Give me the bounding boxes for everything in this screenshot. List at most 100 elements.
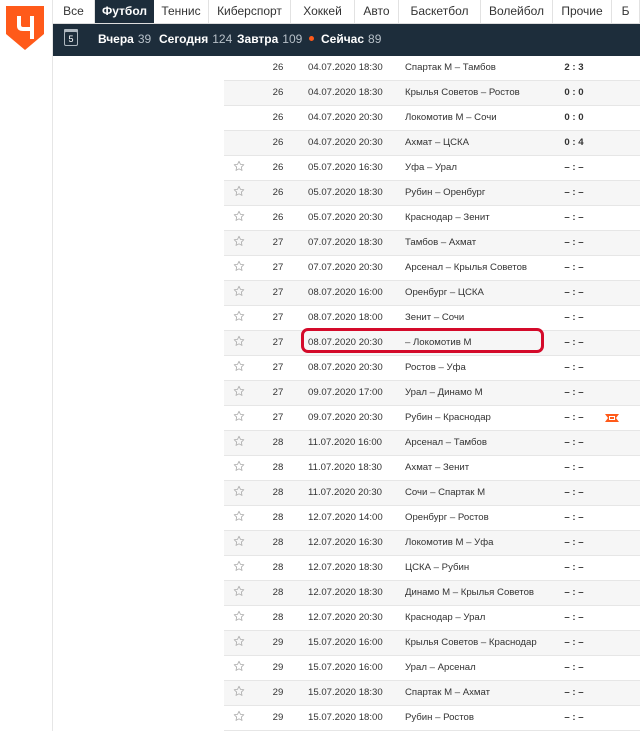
- match-teams[interactable]: Рубин – Ростов: [405, 706, 474, 730]
- match-row[interactable]: 28 12.07.2020 14:00 Оренбург – Ростов – : –: [224, 506, 640, 531]
- match-score: – : –: [564, 212, 584, 223]
- favorite-star-icon[interactable]: [233, 210, 245, 222]
- match-row[interactable]: 27 08.07.2020 18:00 Зенит – Сочи – : –: [224, 306, 640, 331]
- sport-tab[interactable]: Хоккей: [291, 0, 355, 23]
- match-teams[interactable]: Динамо М – Крылья Советов: [405, 581, 534, 605]
- favorite-star-icon[interactable]: [233, 285, 245, 297]
- match-teams[interactable]: Локомотив М – Сочи: [405, 106, 497, 130]
- match-row[interactable]: 26 04.07.2020 18:30 Крылья Советов – Росто…: [224, 81, 640, 106]
- favorite-star-icon[interactable]: [233, 185, 245, 197]
- day-filter-now[interactable]: Сейчас 89: [309, 32, 381, 46]
- match-row[interactable]: 29 15.07.2020 18:00 Рубин – Ростов – : –: [224, 706, 640, 731]
- match-teams[interactable]: Локомотив М – Уфа: [405, 531, 494, 555]
- favorite-star-icon[interactable]: [233, 160, 245, 172]
- favorite-star-icon[interactable]: [233, 335, 245, 347]
- match-teams[interactable]: Сочи – Спартак М: [405, 481, 485, 505]
- sport-tab[interactable]: Киберспорт: [209, 0, 291, 23]
- match-teams[interactable]: Арсенал – Крылья Советов: [405, 256, 527, 280]
- match-teams[interactable]: Уфа – Урал: [405, 156, 457, 180]
- day-filter-yesterday[interactable]: Вчера 39: [98, 32, 151, 46]
- match-tour: 26: [272, 137, 284, 148]
- match-row[interactable]: 26 05.07.2020 20:30 Краснодар – Зенит – : –: [224, 206, 640, 231]
- match-teams[interactable]: Крылья Советов – Ростов: [405, 81, 520, 105]
- match-row[interactable]: 29 15.07.2020 16:00 Крылья Советов – Красн…: [224, 631, 640, 656]
- match-score: – : –: [564, 237, 584, 248]
- match-row[interactable]: 26 04.07.2020 20:30 Ахмат – ЦСКА 0 : 4: [224, 131, 640, 156]
- match-teams[interactable]: Тамбов – Ахмат: [405, 231, 476, 255]
- favorite-star-icon[interactable]: [233, 610, 245, 622]
- match-teams[interactable]: Оренбург – Ростов: [405, 506, 489, 530]
- match-row[interactable]: 26 04.07.2020 20:30 Локомотив М – Сочи 0 : …: [224, 106, 640, 131]
- match-teams[interactable]: Рубин – Краснодар: [405, 406, 491, 430]
- favorite-star-icon[interactable]: [233, 410, 245, 422]
- favorite-star-icon[interactable]: [233, 585, 245, 597]
- favorite-star-icon[interactable]: [233, 260, 245, 272]
- calendar-icon[interactable]: 5: [64, 29, 78, 46]
- favorite-star-icon[interactable]: [233, 310, 245, 322]
- match-row[interactable]: 28 12.07.2020 16:30 Локомотив М – Уфа – : –: [224, 531, 640, 556]
- favorite-star-icon[interactable]: [233, 385, 245, 397]
- match-row[interactable]: 27 09.07.2020 17:00 Урал – Динамо М – : –: [224, 381, 640, 406]
- match-teams[interactable]: Ростов – Уфа: [405, 356, 466, 380]
- match-row[interactable]: 27 08.07.2020 20:30 Ростов – Уфа – : –: [224, 356, 640, 381]
- match-teams[interactable]: Зенит – Сочи: [405, 306, 464, 330]
- favorite-star-icon[interactable]: [233, 535, 245, 547]
- match-teams[interactable]: Ахмат – Зенит: [405, 456, 469, 480]
- site-logo[interactable]: [6, 6, 44, 50]
- favorite-star-icon[interactable]: [233, 710, 245, 722]
- match-row[interactable]: 27 07.07.2020 18:30 Тамбов – Ахмат – : –: [224, 231, 640, 256]
- favorite-star-icon[interactable]: [233, 510, 245, 522]
- match-row[interactable]: 28 11.07.2020 18:30 Ахмат – Зенит – : –: [224, 456, 640, 481]
- favorite-star-icon[interactable]: [233, 235, 245, 247]
- match-teams[interactable]: Ахмат – ЦСКА: [405, 131, 469, 155]
- match-row[interactable]: 29 15.07.2020 18:30 Спартак М – Ахмат – : –: [224, 681, 640, 706]
- match-teams[interactable]: Крылья Советов – Краснодар: [405, 631, 537, 655]
- broadcast-icon[interactable]: [605, 414, 619, 422]
- favorite-star-icon[interactable]: [233, 560, 245, 572]
- match-teams[interactable]: Оренбург – ЦСКА: [405, 281, 484, 305]
- match-row[interactable]: 27 08.07.2020 20:30 – Локомотив М – : –: [224, 331, 640, 356]
- sport-tab[interactable]: Авто: [355, 0, 399, 23]
- match-teams[interactable]: Арсенал – Тамбов: [405, 431, 487, 455]
- match-row[interactable]: 28 12.07.2020 18:30 Динамо М – Крылья Сове…: [224, 581, 640, 606]
- match-row[interactable]: 27 07.07.2020 20:30 Арсенал – Крылья Совет…: [224, 256, 640, 281]
- favorite-star-icon[interactable]: [233, 485, 245, 497]
- match-row[interactable]: 26 05.07.2020 18:30 Рубин – Оренбург – : –: [224, 181, 640, 206]
- match-score: – : –: [564, 187, 584, 198]
- match-teams[interactable]: ЦСКА – Рубин: [405, 556, 469, 580]
- favorite-star-icon[interactable]: [233, 685, 245, 697]
- sport-tab[interactable]: Теннис: [154, 0, 209, 23]
- match-teams[interactable]: Рубин – Оренбург: [405, 181, 485, 205]
- sport-tab[interactable]: Прочие: [553, 0, 612, 23]
- favorite-star-icon[interactable]: [233, 435, 245, 447]
- match-teams[interactable]: Краснодар – Зенит: [405, 206, 490, 230]
- match-row[interactable]: 26 04.07.2020 18:30 Спартак М – Тамбов 2 : …: [224, 56, 640, 81]
- match-row[interactable]: 28 11.07.2020 16:00 Арсенал – Тамбов – : –: [224, 431, 640, 456]
- match-teams[interactable]: – Локомотив М: [405, 331, 472, 355]
- match-tour: 28: [272, 587, 284, 598]
- match-datetime: 12.07.2020 20:30: [308, 612, 383, 623]
- match-row[interactable]: 26 05.07.2020 16:30 Уфа – Урал – : –: [224, 156, 640, 181]
- match-row[interactable]: 28 12.07.2020 18:30 ЦСКА – Рубин – : –: [224, 556, 640, 581]
- favorite-star-icon[interactable]: [233, 460, 245, 472]
- sport-tab[interactable]: Волейбол: [481, 0, 553, 23]
- match-teams[interactable]: Урал – Арсенал: [405, 656, 476, 680]
- favorite-star-icon[interactable]: [233, 635, 245, 647]
- match-teams[interactable]: Спартак М – Ахмат: [405, 681, 490, 705]
- day-filter-tomorrow[interactable]: Завтра 109: [237, 32, 302, 46]
- favorite-star-icon[interactable]: [233, 660, 245, 672]
- match-row[interactable]: 28 12.07.2020 20:30 Краснодар – Урал – : –: [224, 606, 640, 631]
- sport-tab[interactable]: Б: [612, 0, 640, 23]
- match-row[interactable]: 29 15.07.2020 16:00 Урал – Арсенал – : –: [224, 656, 640, 681]
- match-row[interactable]: 27 09.07.2020 20:30 Рубин – Краснодар – : –: [224, 406, 640, 431]
- sport-tab[interactable]: Футбол: [95, 0, 154, 23]
- match-row[interactable]: 27 08.07.2020 16:00 Оренбург – ЦСКА – : –: [224, 281, 640, 306]
- match-teams[interactable]: Спартак М – Тамбов: [405, 56, 496, 80]
- match-teams[interactable]: Урал – Динамо М: [405, 381, 483, 405]
- match-row[interactable]: 28 11.07.2020 20:30 Сочи – Спартак М – : –: [224, 481, 640, 506]
- day-filter-today[interactable]: Сегодня 124: [159, 32, 232, 46]
- sport-tab[interactable]: Баскетбол: [399, 0, 481, 23]
- favorite-star-icon[interactable]: [233, 360, 245, 372]
- match-teams[interactable]: Краснодар – Урал: [405, 606, 485, 630]
- sport-tab[interactable]: Все: [53, 0, 95, 23]
